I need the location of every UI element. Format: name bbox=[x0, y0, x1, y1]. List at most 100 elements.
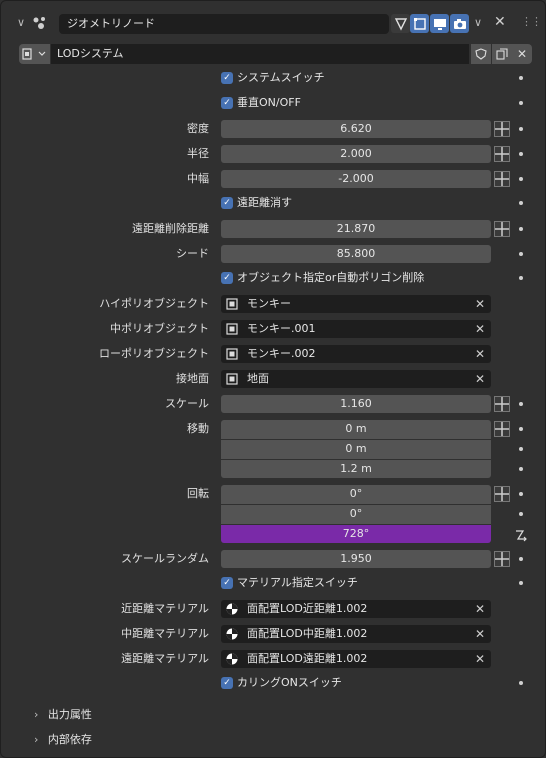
keyframe-dot[interactable] bbox=[519, 127, 523, 131]
object-icon bbox=[226, 373, 238, 385]
keyframe-dot[interactable] bbox=[519, 557, 523, 561]
keyframe-dot[interactable] bbox=[519, 427, 523, 431]
low-poly-field[interactable]: モンキー.002 ✕ bbox=[221, 345, 491, 363]
far-delete-label: 遠距離消す bbox=[237, 196, 292, 209]
output-attributes-label: 出力属性 bbox=[47, 708, 92, 721]
near-material-field[interactable]: 面配置LOD近距離1.002 ✕ bbox=[221, 600, 491, 618]
vertical-onoff-checkbox[interactable]: ✓ bbox=[221, 97, 233, 109]
rot-x-field[interactable]: 0° bbox=[221, 485, 491, 504]
edit-mode-toggle[interactable] bbox=[391, 14, 410, 33]
clear-icon[interactable]: ✕ bbox=[475, 295, 485, 313]
shield-icon bbox=[475, 48, 487, 60]
clear-icon[interactable]: ✕ bbox=[475, 320, 485, 338]
material-icon bbox=[226, 628, 238, 640]
material-switch-checkbox[interactable]: ✓ bbox=[221, 577, 233, 589]
rot-y-field[interactable]: 0° bbox=[221, 505, 491, 524]
ground-value: 地面 bbox=[247, 372, 269, 385]
move-x-field[interactable]: 0 m bbox=[221, 420, 491, 439]
scale-field[interactable]: 1.160 bbox=[221, 395, 491, 413]
keyframe-dot[interactable] bbox=[519, 467, 523, 471]
keyframe-dot[interactable] bbox=[519, 276, 523, 280]
editmode-square-icon bbox=[413, 17, 426, 30]
attribute-toggle-icon[interactable] bbox=[494, 146, 510, 162]
keyframe-dot[interactable] bbox=[519, 681, 523, 685]
ground-field[interactable]: 地面 ✕ bbox=[221, 370, 491, 388]
attribute-toggle-icon[interactable] bbox=[494, 121, 510, 137]
camera-icon bbox=[453, 18, 466, 29]
mid-poly-field[interactable]: モンキー.001 ✕ bbox=[221, 320, 491, 338]
attribute-toggle-icon[interactable] bbox=[494, 486, 510, 502]
culling-switch-label: カリングONスイッチ bbox=[237, 676, 342, 689]
modifier-name-field[interactable]: ジオメトリノード bbox=[59, 14, 389, 34]
far-material-field[interactable]: 面配置LOD遠距離1.002 ✕ bbox=[221, 650, 491, 668]
fake-user-button[interactable] bbox=[471, 44, 491, 64]
keyframe-dot[interactable] bbox=[519, 201, 523, 205]
output-attributes-panel[interactable]: › 出力属性 bbox=[34, 707, 92, 723]
object-icon bbox=[226, 323, 238, 335]
drag-handle-icon[interactable]: ⋮⋮ bbox=[521, 15, 542, 28]
keyframe-dot[interactable] bbox=[519, 447, 523, 451]
density-field[interactable]: 6.620 bbox=[221, 120, 491, 138]
far-delete-checkbox[interactable]: ✓ bbox=[221, 197, 233, 209]
keyframe-dot[interactable] bbox=[519, 177, 523, 181]
close-icon[interactable]: ✕ bbox=[494, 14, 506, 30]
keyframe-dot[interactable] bbox=[519, 581, 523, 585]
rot-z-field[interactable]: 728° bbox=[221, 525, 491, 543]
nodegroup-name-field[interactable]: LODシステム bbox=[51, 44, 469, 64]
scale-label: スケール bbox=[165, 397, 209, 410]
on-cage-toggle[interactable] bbox=[410, 14, 429, 33]
keyframe-dot[interactable] bbox=[519, 227, 523, 231]
check-icon: ✓ bbox=[223, 678, 231, 688]
seed-field[interactable]: 85.800 bbox=[221, 245, 491, 263]
clear-icon[interactable]: ✕ bbox=[475, 600, 485, 618]
high-poly-label: ハイポリオブジェクト bbox=[99, 297, 209, 310]
low-poly-value: モンキー.002 bbox=[247, 347, 316, 360]
nodegroup-browse-button[interactable] bbox=[19, 44, 50, 64]
keyframe-dot[interactable] bbox=[519, 492, 523, 496]
keyframe-dot[interactable] bbox=[519, 512, 523, 516]
radius-label: 半径 bbox=[187, 147, 209, 160]
unlink-x-icon: ✕ bbox=[516, 47, 528, 61]
duplicate-icon bbox=[496, 48, 508, 60]
dropdown-chevron-icon[interactable]: ∨ bbox=[474, 16, 482, 29]
attribute-toggle-icon[interactable] bbox=[494, 396, 510, 412]
viewport-toggle[interactable] bbox=[430, 14, 449, 33]
move-z-field[interactable]: 1.2 m bbox=[221, 460, 491, 478]
unlink-button[interactable]: ✕ bbox=[512, 44, 532, 64]
duplicate-button[interactable] bbox=[492, 44, 512, 64]
mid-poly-label: 中ポリオブジェクト bbox=[110, 322, 209, 335]
radius-field[interactable]: 2.000 bbox=[221, 145, 491, 163]
far-material-value: 面配置LOD遠距離1.002 bbox=[247, 652, 368, 665]
scale-random-field[interactable]: 1.950 bbox=[221, 550, 491, 568]
clear-icon[interactable]: ✕ bbox=[475, 370, 485, 388]
attribute-toggle-icon[interactable] bbox=[494, 171, 510, 187]
keyframe-dot[interactable] bbox=[519, 152, 523, 156]
keyframe-dot[interactable] bbox=[519, 402, 523, 406]
keyframe-dot[interactable] bbox=[519, 76, 523, 80]
check-icon: ✓ bbox=[223, 578, 231, 588]
move-y-field[interactable]: 0 m bbox=[221, 440, 491, 459]
internal-dependencies-panel[interactable]: › 内部依存 bbox=[34, 732, 92, 748]
far-delete-distance-field[interactable]: 21.870 bbox=[221, 220, 491, 238]
mid-width-label: 中幅 bbox=[187, 172, 209, 185]
density-label: 密度 bbox=[187, 122, 209, 135]
vertical-onoff-label: 垂直ON/OFF bbox=[237, 96, 301, 109]
attribute-toggle-icon[interactable] bbox=[494, 421, 510, 437]
mid-material-field[interactable]: 面配置LOD中距離1.002 ✕ bbox=[221, 625, 491, 643]
attribute-toggle-icon[interactable] bbox=[494, 551, 510, 567]
high-poly-field[interactable]: モンキー ✕ bbox=[221, 295, 491, 313]
ground-label: 接地面 bbox=[176, 372, 209, 385]
render-toggle[interactable] bbox=[450, 14, 469, 33]
driver-icon[interactable] bbox=[514, 528, 528, 542]
clear-icon[interactable]: ✕ bbox=[475, 650, 485, 668]
culling-switch-checkbox[interactable]: ✓ bbox=[221, 677, 233, 689]
system-switch-checkbox[interactable]: ✓ bbox=[221, 72, 233, 84]
keyframe-dot[interactable] bbox=[519, 101, 523, 105]
keyframe-dot[interactable] bbox=[519, 252, 523, 256]
attribute-toggle-icon[interactable] bbox=[494, 221, 510, 237]
object-or-auto-checkbox[interactable]: ✓ bbox=[221, 272, 233, 284]
collapse-chevron-icon[interactable]: ∨ bbox=[17, 16, 25, 29]
clear-icon[interactable]: ✕ bbox=[475, 625, 485, 643]
clear-icon[interactable]: ✕ bbox=[475, 345, 485, 363]
mid-width-field[interactable]: -2.000 bbox=[221, 170, 491, 188]
